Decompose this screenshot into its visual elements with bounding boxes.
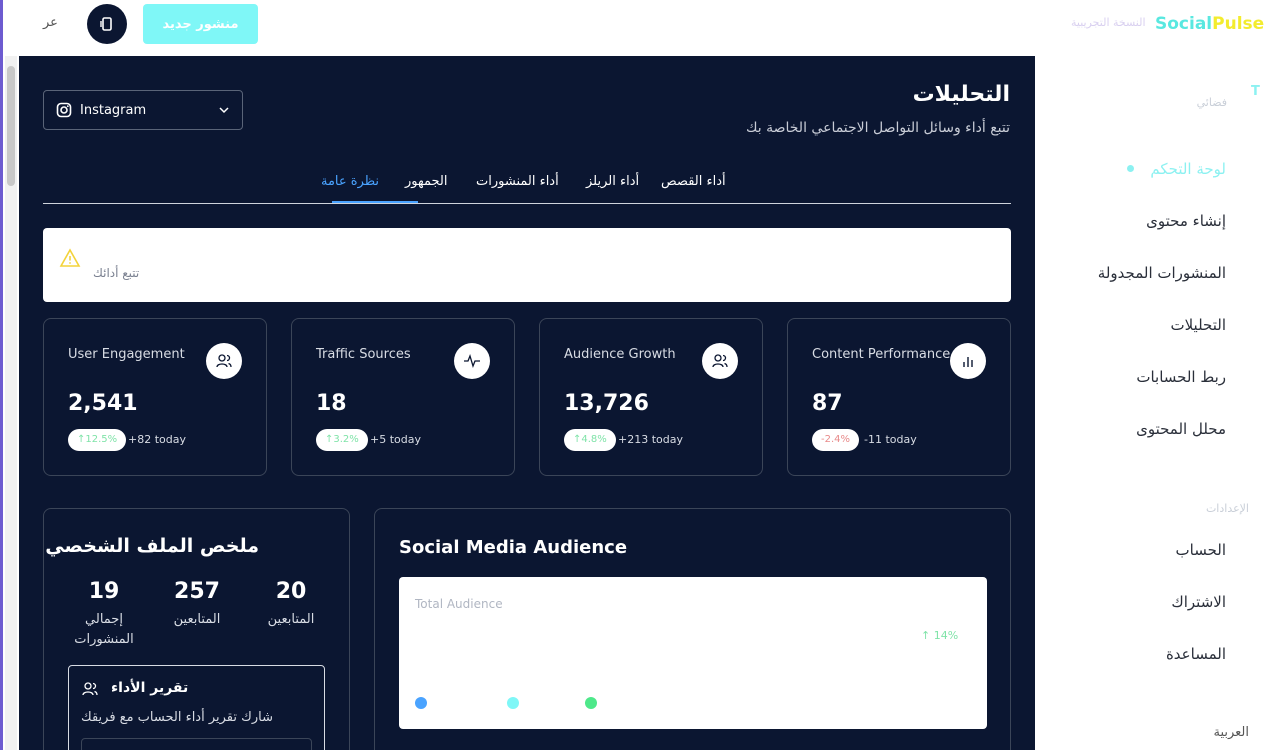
report-description: شارك تقرير أداء الحساب مع فريقك <box>81 710 273 725</box>
active-tab-indicator <box>332 201 418 203</box>
sidebar-item-connect-accounts[interactable]: ربط الحسابات <box>1136 368 1226 386</box>
activity-icon <box>454 343 490 379</box>
audience-change: ↑ 14% <box>921 629 959 642</box>
metric-card-user-engagement: User Engagement 2,541 ↑12.5% +82 today <box>43 318 267 476</box>
metric-today: +5 today <box>370 433 421 446</box>
users-icon <box>702 343 738 379</box>
active-indicator-dot <box>1127 165 1134 172</box>
sidebar-item-help[interactable]: المساعدة <box>1166 645 1226 663</box>
instagram-icon <box>56 102 72 118</box>
version-label: النسخة التجريبية <box>1071 16 1146 29</box>
sidebar-item-dashboard[interactable]: لوحة التحكم <box>1150 160 1226 178</box>
bar-chart-icon <box>950 343 986 379</box>
metric-change-badge: ↑12.5% <box>68 429 127 451</box>
metric-today: -11 today <box>864 433 917 446</box>
platform-select-label: Instagram <box>80 102 147 118</box>
stat-label: إجمالي المنشورات <box>74 612 134 647</box>
text-cursor-icon: T <box>1251 84 1260 99</box>
legend-dot[interactable] <box>585 697 597 709</box>
legend-dot[interactable] <box>507 697 519 709</box>
users-icon <box>206 343 242 379</box>
chevron-down-icon <box>219 107 229 114</box>
mobile-icon <box>100 17 112 31</box>
legend-dot[interactable] <box>415 697 427 709</box>
warning-icon <box>59 248 81 267</box>
sidebar-item-create-content[interactable]: إنشاء محتوى <box>1146 212 1226 230</box>
section-main-label: فضائي <box>1196 96 1227 109</box>
tab-overview[interactable]: نظرة عامة <box>321 174 379 189</box>
metric-title: Content Performance <box>812 347 951 362</box>
metric-title: Audience Growth <box>564 347 676 362</box>
metric-value: 18 <box>316 391 347 416</box>
window-edge <box>0 0 3 750</box>
metric-card-traffic-sources: Traffic Sources 18 ↑3.2% +5 today <box>291 318 515 476</box>
tab-reels[interactable]: أداء الريلز <box>586 174 639 189</box>
performance-report-box: تقرير الأداء شارك تقرير أداء الحساب مع ف… <box>68 665 325 750</box>
tab-stories[interactable]: أداء القصص <box>661 174 726 189</box>
main-content: Instagram التحليلات تتبع أداء وسائل التو… <box>19 56 1035 750</box>
total-audience-label: Total Audience <box>415 597 503 611</box>
alert-text: تتبع أدائك <box>93 266 140 280</box>
sidebar-item-scheduled-posts[interactable]: المنشورات المجدولة <box>1098 264 1226 282</box>
new-post-button[interactable]: منشور جديد <box>143 4 258 44</box>
metric-value: 2,541 <box>68 391 138 416</box>
tab-posts[interactable]: أداء المنشورات <box>476 174 559 189</box>
stat-value: 20 <box>275 579 307 604</box>
stat-followers: 257 المتابعين <box>152 579 242 630</box>
social-media-audience-card: Social Media Audience Total Audience ↑ 1… <box>374 508 1011 750</box>
metric-change-badge: ↑3.2% <box>316 429 368 451</box>
page-title: التحليلات <box>912 82 1010 107</box>
sidebar-item-subscription[interactable]: الاشتراك <box>1171 593 1226 611</box>
metric-change-badge: -2.4% <box>812 429 860 451</box>
sidebar: SocialPulse النسخة التجريبية T فضائي لوح… <box>1035 0 1287 750</box>
metric-today: +213 today <box>618 433 683 446</box>
users-icon <box>82 682 98 696</box>
profile-summary-card: ملخص الملف الشخصي 19 إجمالي المنشورات 25… <box>43 508 350 750</box>
stat-value: 19 <box>88 579 120 604</box>
report-title: تقرير الأداء <box>111 680 189 696</box>
brand-logo[interactable]: SocialPulse <box>1155 14 1264 34</box>
page-subtitle: تتبع أداء وسائل التواصل الاجتماعي الخاصة… <box>745 120 1010 136</box>
stat-total-posts: 19 إجمالي المنشورات <box>59 579 149 650</box>
tab-bar: أداء القصص أداء الريلز أداء المنشورات ال… <box>43 166 1011 204</box>
stat-value: 257 <box>174 579 220 604</box>
scrollbar-thumb[interactable] <box>7 66 15 186</box>
sidebar-item-content-analyzer[interactable]: محلل المحتوى <box>1136 420 1226 438</box>
sidebar-item-account[interactable]: الحساب <box>1176 541 1227 559</box>
stat-label: المتابعين <box>267 612 315 627</box>
profile-summary-title: ملخص الملف الشخصي <box>45 535 259 557</box>
audience-chart-panel: Total Audience ↑ 14% <box>399 577 987 729</box>
metric-title: User Engagement <box>68 347 185 362</box>
sidebar-language[interactable]: العربية <box>1213 725 1249 740</box>
stat-label: المتابعين <box>173 612 221 627</box>
report-share-input[interactable] <box>81 738 312 750</box>
section-settings-label: الإعدادات <box>1205 502 1249 515</box>
metric-today: +82 today <box>128 433 186 446</box>
language-toggle[interactable]: عر <box>43 15 58 30</box>
sidebar-item-analytics[interactable]: التحليلات <box>1170 316 1226 334</box>
platform-select[interactable]: Instagram <box>43 90 243 130</box>
metric-value: 87 <box>812 391 843 416</box>
top-bar: عر منشور جديد <box>3 0 1035 56</box>
metric-title: Traffic Sources <box>316 347 411 362</box>
mobile-view-button[interactable] <box>87 4 127 44</box>
metric-change-badge: ↑4.8% <box>564 429 616 451</box>
metric-card-content-performance: Content Performance 87 -2.4% -11 today <box>787 318 1011 476</box>
metric-card-audience-growth: Audience Growth 13,726 ↑4.8% +213 today <box>539 318 763 476</box>
alert-banner: تتبع أدائك <box>43 228 1011 302</box>
metric-value: 13,726 <box>564 391 649 416</box>
stat-following: 20 المتابعين <box>246 579 336 630</box>
tab-audience[interactable]: الجمهور <box>405 174 447 189</box>
audience-title: Social Media Audience <box>399 537 628 558</box>
